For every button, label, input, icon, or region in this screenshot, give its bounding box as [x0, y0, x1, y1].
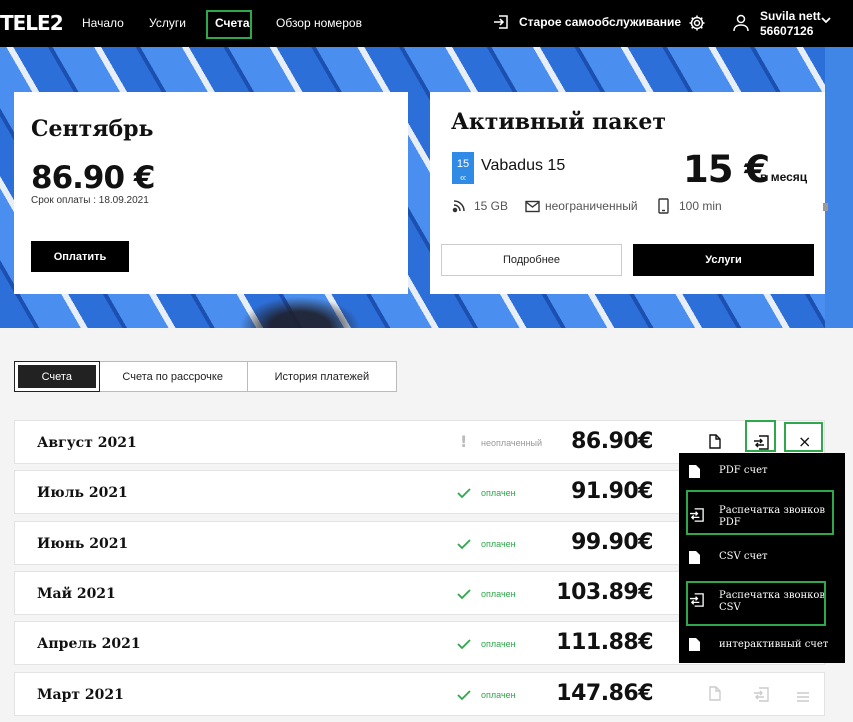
bill-amount: 86.90 € [31, 160, 155, 196]
data-signal-icon [452, 198, 468, 217]
close-highlight [784, 422, 823, 452]
invoice-status: неоплаченный [481, 438, 543, 448]
invoice-amount: 111.88€ [556, 630, 653, 655]
export-menu: PDF счет Распечатка звонков PDF CSV счет… [679, 453, 845, 663]
menu-item-interactive-invoice[interactable]: интерактивный счет [679, 638, 845, 658]
user-icon[interactable] [733, 14, 749, 36]
invoice-month: Июль 2021 [37, 485, 128, 501]
export-highlight [745, 420, 776, 452]
menu-lines-icon[interactable] [796, 688, 810, 707]
package-price: 15 € [683, 148, 770, 191]
document-icon [689, 551, 700, 567]
current-bill-card: Сентябрь 86.90 € Срок оплаты : 18.09.202… [14, 92, 408, 294]
warning-icon: ! [460, 432, 468, 451]
phone-icon [658, 198, 669, 218]
check-icon [457, 585, 471, 604]
package-badge-icon: 15 €€ [452, 152, 474, 184]
package-price-period: в месяц [760, 170, 808, 184]
menu-item-label: CSV счет [719, 551, 768, 562]
invoice-month: Март 2021 [37, 687, 124, 703]
package-sms: неограниченный [545, 199, 638, 213]
package-badge-sub: €€ [460, 176, 466, 182]
invoice-month: Май 2021 [37, 586, 116, 602]
carousel-arrow-icon[interactable] [823, 203, 828, 211]
menu-item-csv-invoice[interactable]: CSV счет [679, 551, 845, 571]
bills-tabs: Счета Счета по рассрочке История платеже… [14, 361, 397, 392]
active-package-card: Активный пакет Подробнее Услуги [430, 92, 825, 294]
document-icon [689, 638, 700, 654]
invoice-status: оплачен [481, 488, 516, 498]
check-icon [457, 686, 471, 705]
check-icon [457, 635, 471, 654]
tab-payment-history[interactable]: История платежей [248, 362, 396, 391]
menu-item-pdf-invoice[interactable]: PDF счет [679, 465, 845, 485]
invoice-month: Июнь 2021 [37, 536, 129, 552]
invoice-amount: 103.89€ [556, 580, 653, 605]
invoice-amount: 147.86€ [556, 681, 653, 706]
nav-home[interactable]: Начало [82, 16, 124, 30]
user-name: Suvila nett [760, 9, 821, 23]
check-icon [457, 484, 471, 503]
services-button[interactable]: Услуги [633, 244, 814, 276]
package-minutes: 100 min [679, 199, 722, 213]
invoice-amount: 99.90€ [571, 530, 653, 555]
nav-numbers-overview[interactable]: Обзор номеров [276, 16, 362, 30]
check-icon [457, 535, 471, 554]
package-badge-number: 15 [456, 158, 470, 170]
invoice-status: оплачен [481, 639, 516, 649]
tab-installment-bills[interactable]: Счета по рассрочке [99, 362, 248, 391]
login-icon [493, 14, 509, 34]
hero-banner-edge [825, 47, 853, 328]
package-title: Активный пакет [451, 109, 667, 135]
tab-bills[interactable]: Счета [14, 361, 100, 392]
tele2-logo[interactable]: TELE2 [0, 11, 64, 35]
old-self-service-link[interactable]: Старое самообслуживание [519, 15, 681, 29]
invoice-status: оплачен [481, 539, 516, 549]
menu-item-label: интерактивный счет [719, 639, 829, 650]
package-data: 15 GB [474, 199, 509, 213]
user-number: 56607126 [760, 24, 814, 38]
top-header: TELE2 Начало Услуги Счета Обзор номеров … [0, 0, 853, 47]
chevron-down-icon[interactable] [820, 10, 832, 29]
document-icon [689, 465, 700, 481]
document-icon[interactable] [709, 434, 721, 453]
invoice-month: Август 2021 [37, 435, 137, 451]
gear-icon[interactable] [688, 14, 706, 36]
package-name: Vabadus 15 [481, 157, 566, 174]
bill-month: Сентябрь [31, 116, 154, 142]
invoice-amount: 91.90€ [571, 479, 653, 504]
call-log-pdf-highlight [686, 490, 834, 535]
pay-button[interactable]: Оплатить [31, 241, 129, 272]
document-icon[interactable] [709, 686, 721, 705]
nav-bills-highlight [206, 10, 252, 39]
more-details-button[interactable]: Подробнее [441, 244, 622, 276]
call-log-export-icon[interactable] [753, 686, 770, 707]
user-account[interactable]: Suvila nett 56607126 [760, 9, 821, 39]
call-log-csv-highlight [686, 581, 826, 626]
nav-services[interactable]: Услуги [149, 16, 186, 30]
invoice-amount: 86.90€ [571, 429, 653, 454]
invoice-month: Апрель 2021 [37, 636, 141, 652]
menu-item-label: PDF счет [719, 465, 768, 476]
invoice-status: оплачен [481, 690, 516, 700]
invoice-status: оплачен [481, 589, 516, 599]
envelope-icon [525, 198, 540, 217]
bill-due-date: Срок оплаты : 18.09.2021 [31, 195, 149, 206]
invoice-row[interactable]: Март 2021 оплачен 147.86€ [14, 672, 825, 716]
